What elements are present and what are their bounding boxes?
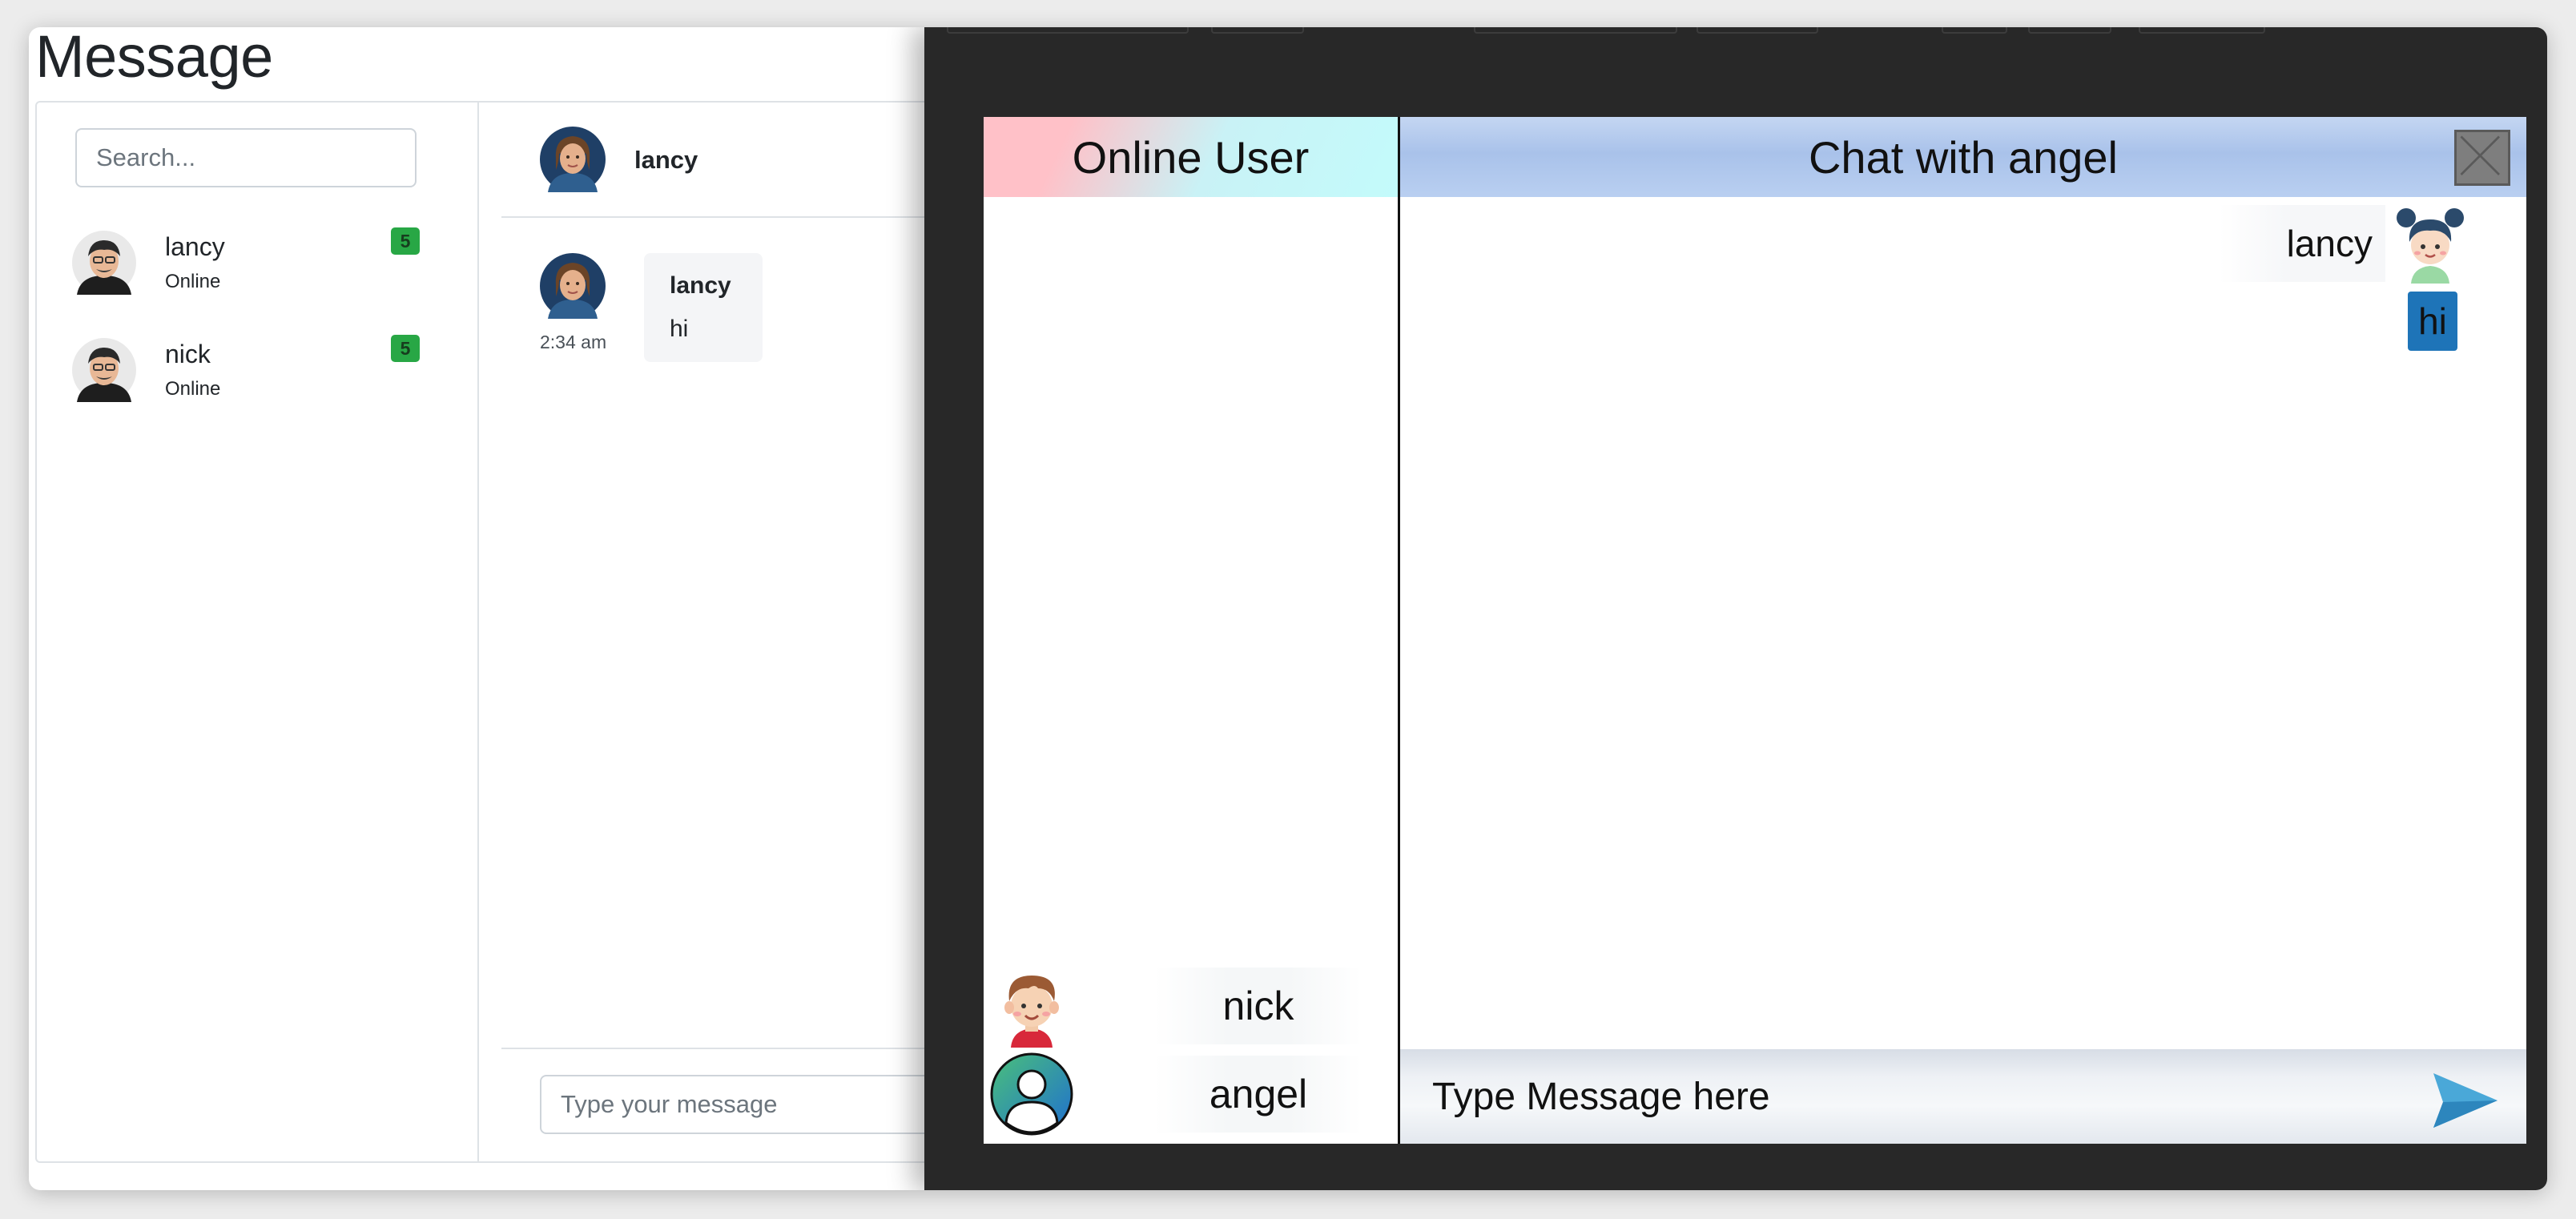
toolbar-ghost — [1942, 27, 2007, 34]
contact-list-panel: lancy Online 5 nick Online 5 — [37, 103, 479, 1161]
chat-panel: lancy 2:34 am lancy hi — [479, 103, 1101, 1161]
toolbar-ghost — [2139, 27, 2265, 34]
cartoon-man-avatar-icon — [72, 338, 136, 402]
contact-status: Online — [165, 378, 221, 400]
message-sender: lancy — [670, 272, 731, 299]
toolbar-ghost — [1211, 27, 1304, 34]
conversation-message-input[interactable] — [1432, 1065, 2393, 1128]
online-user-nick[interactable]: nick — [984, 964, 1400, 1049]
sent-message-sender: lancy — [2219, 205, 2385, 282]
toolbar-ghost — [1474, 27, 1677, 34]
cartoon-boy-avatar-icon — [1004, 976, 1059, 1048]
woman-avatar-icon — [540, 127, 606, 192]
close-icon — [2460, 135, 2500, 175]
online-user-name: angel — [1155, 1056, 1362, 1133]
chat-app: Online User nick angel Chat with angel l… — [984, 117, 2526, 1144]
cartoon-man-avatar-icon — [72, 231, 136, 295]
online-user-name: nick — [1155, 968, 1362, 1044]
woman-avatar-icon — [540, 253, 606, 319]
contact-item-lancy[interactable]: lancy Online 5 — [72, 227, 465, 308]
contact-status: Online — [165, 271, 221, 292]
online-user-angel[interactable]: angel — [984, 1052, 1400, 1137]
toolbar-ghost — [2028, 27, 2111, 34]
online-user-panel: Online User nick angel — [984, 117, 1400, 1144]
online-user-title: Online User — [984, 117, 1398, 197]
sent-message-bubble: hi — [2408, 292, 2457, 351]
browser-window: Message lancy Online 5 — [29, 27, 2547, 1190]
messenger-card: lancy Online 5 nick Online 5 — [35, 101, 1101, 1163]
sent-message: lancy hi — [2219, 205, 2483, 365]
chat-header: lancy — [501, 103, 995, 218]
chat-header-name: lancy — [634, 146, 698, 174]
contact-item-nick[interactable]: nick Online 5 — [72, 335, 465, 415]
conversation-composer — [1400, 1049, 2526, 1144]
contact-name: lancy — [165, 232, 225, 261]
paper-plane-send-icon[interactable] — [2430, 1070, 2499, 1129]
close-button[interactable] — [2454, 130, 2510, 186]
unread-badge: 5 — [391, 335, 420, 362]
contact-name: nick — [165, 340, 211, 368]
default-user-avatar-icon — [990, 1052, 1073, 1136]
message-bubble: lancy hi — [644, 253, 763, 362]
conversation-panel: Chat with angel lancy hi Type Message he… — [1400, 117, 2526, 1144]
message-composer — [501, 1048, 1101, 1161]
conversation-title: Chat with angel — [1400, 117, 2526, 197]
unread-badge: 5 — [391, 227, 420, 255]
cartoon-girl-avatar-icon — [2397, 208, 2464, 284]
message-text: hi — [670, 316, 689, 342]
toolbar-ghost — [1697, 27, 1818, 34]
chat-overlay-window: Online User nick angel Chat with angel l… — [924, 27, 2547, 1190]
message-time: 2:34 am — [540, 332, 607, 352]
toolbar-ghost — [947, 27, 1189, 34]
search-input[interactable] — [75, 128, 417, 187]
page-title: Message — [35, 27, 273, 90]
